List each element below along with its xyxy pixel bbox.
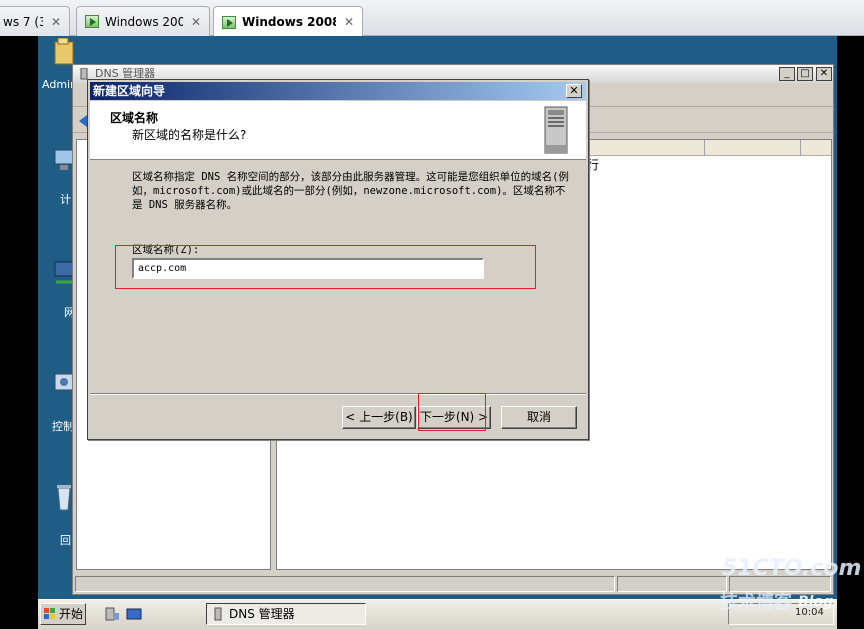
- vm-icon: [85, 15, 99, 28]
- vm-tab-label: Windows 2008: [105, 14, 183, 29]
- wizard-heading: 区域名称: [110, 111, 159, 125]
- vm-icon: [222, 15, 236, 29]
- wizard-separator: [90, 393, 586, 395]
- taskbar-item-dns-manager[interactable]: DNS 管理器: [206, 603, 366, 625]
- close-icon[interactable]: ✕: [344, 15, 354, 29]
- desktop-icon-label: 计: [60, 193, 71, 206]
- wizard-header: 区域名称 新区域的名称是什么?: [90, 101, 586, 160]
- back-button[interactable]: < 上一步(B): [342, 406, 416, 429]
- clock[interactable]: 10:04: [795, 607, 824, 618]
- windows-flag-icon: [44, 608, 55, 619]
- next-button[interactable]: 下一步(N) >: [417, 406, 491, 429]
- status-bar: [73, 574, 833, 594]
- cancel-button[interactable]: 取消: [501, 406, 577, 429]
- minimize-button[interactable]: _: [779, 67, 795, 81]
- vm-tab-windows2008[interactable]: Windows 2008 ✕: [76, 6, 210, 36]
- desktop-icon-label: 控制: [52, 420, 74, 433]
- vm-tab-win7[interactable]: ws 7 (3) ✕: [0, 6, 70, 36]
- wizard-title: 新建区域向导: [93, 84, 166, 98]
- user-folder-icon[interactable]: [54, 38, 74, 68]
- vm-border-left: [0, 36, 38, 629]
- show-desktop-icon[interactable]: [126, 607, 142, 621]
- dns-server-icon: [214, 607, 222, 621]
- server-icon: [544, 106, 568, 154]
- close-icon[interactable]: ✕: [191, 15, 201, 29]
- server-manager-icon[interactable]: [104, 607, 120, 621]
- wizard-close-button[interactable]: ✕: [566, 84, 582, 98]
- vm-border-right: [837, 36, 864, 629]
- zone-name-label: 区域名称(Z):: [132, 244, 200, 256]
- close-button[interactable]: ✕: [816, 67, 832, 81]
- notification-area: 10:04: [728, 603, 834, 625]
- close-icon[interactable]: ✕: [51, 15, 61, 29]
- wizard-subheading: 新区域的名称是什么?: [132, 128, 247, 142]
- start-label: 开始: [59, 607, 84, 621]
- computer-icon[interactable]: [54, 146, 74, 176]
- vm-tab-windows2008-active[interactable]: Windows 2008 (1 ✕: [213, 6, 363, 37]
- maximize-button[interactable]: □: [797, 67, 813, 81]
- wizard-titlebar: 新建区域向导 ✕: [90, 82, 586, 100]
- recycle-bin-icon[interactable]: [54, 482, 74, 512]
- vm-tab-strip: ws 7 (3) ✕ Windows 2008 ✕ Windows 2008 (…: [0, 0, 864, 37]
- new-zone-wizard-dialog: 新建区域向导 ✕ 区域名称 新区域的名称是什么? 区域名称指定 DNS 名称空间…: [87, 79, 589, 440]
- vm-tab-label: Windows 2008 (1: [242, 15, 336, 29]
- control-panel-icon[interactable]: [54, 370, 74, 400]
- taskbar-item-label: DNS 管理器: [229, 607, 295, 621]
- wizard-description: 区域名称指定 DNS 名称空间的部分，该部分由此服务器管理。这可能是您组织单位的…: [132, 171, 569, 211]
- vm-tab-label: ws 7 (3): [3, 14, 43, 29]
- start-button[interactable]: 开始: [40, 603, 86, 625]
- network-icon[interactable]: [54, 258, 74, 288]
- zone-name-input[interactable]: [132, 258, 484, 279]
- desktop-icon-label: 回: [60, 534, 71, 547]
- taskbar: 开始 DNS 管理器 10:04: [38, 599, 837, 629]
